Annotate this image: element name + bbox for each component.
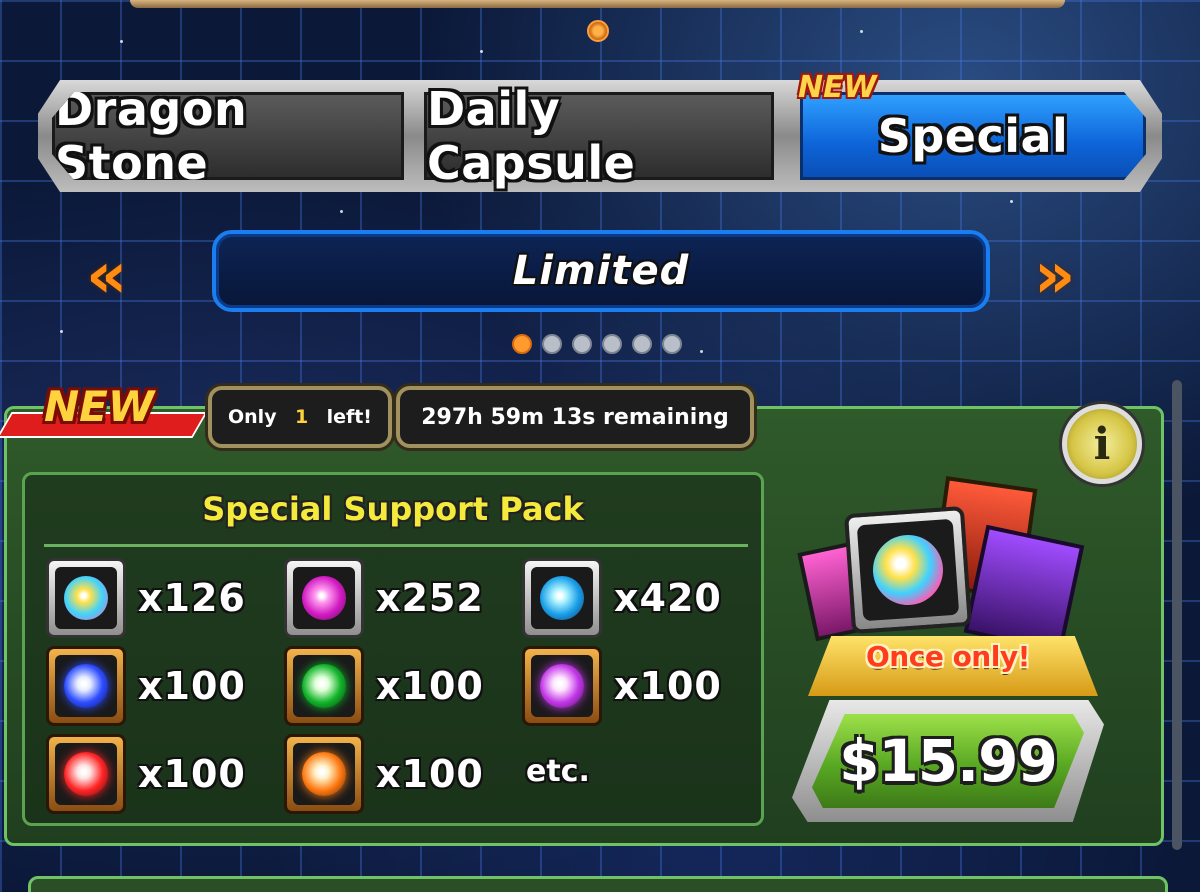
item-quantity: x126 <box>138 576 246 620</box>
green-awakening-medal-icon <box>284 646 364 726</box>
banner-label: Limited <box>512 248 690 294</box>
pack-title: Special Support Pack <box>202 490 584 528</box>
stock-suffix: left! <box>326 406 372 428</box>
page-dot[interactable] <box>662 334 682 354</box>
new-tag-label: NEW <box>44 382 155 431</box>
next-banner-button[interactable]: » <box>1034 244 1075 308</box>
blue-orb-icon <box>522 558 602 638</box>
rainbow-orb-icon <box>46 558 126 638</box>
item-quantity: x100 <box>614 664 722 708</box>
tab-label: Special <box>877 109 1069 163</box>
purple-awakening-medal-icon <box>522 646 602 726</box>
offer-new-tag: NEW <box>0 382 208 442</box>
top-indicator-dot <box>587 20 609 42</box>
pack-item: x100 <box>46 734 246 814</box>
tab-label: Dragon Stone <box>55 82 248 190</box>
tab-label: Daily Capsule <box>427 82 636 190</box>
buy-button[interactable]: $15.99 <box>812 714 1084 808</box>
tab-dragon-stone[interactable]: Dragon Stone <box>52 92 404 180</box>
stock-remaining-pill: Only 1 left! <box>208 386 392 448</box>
page-dot[interactable] <box>602 334 622 354</box>
pack-item: x100 <box>46 646 246 726</box>
category-banner: Limited <box>212 230 990 312</box>
pack-item: x100 <box>284 646 484 726</box>
once-only-label: Once only! <box>866 640 1030 673</box>
time-remaining: 297h 59m 13s remaining <box>421 404 729 430</box>
item-quantity: x100 <box>376 664 484 708</box>
divider <box>44 544 748 547</box>
item-quantity: x100 <box>138 752 246 796</box>
page-dot[interactable] <box>572 334 592 354</box>
time-remaining-pill: 297h 59m 13s remaining <box>396 386 754 448</box>
scrollbar[interactable] <box>1172 380 1182 850</box>
pack-item: x252 <box>284 558 484 638</box>
tab-daily-capsule[interactable]: Daily Capsule <box>424 82 774 190</box>
item-quantity: x252 <box>376 576 484 620</box>
pink-orb-icon <box>284 558 364 638</box>
character-card-art <box>963 524 1085 654</box>
info-icon: i <box>1093 418 1111 470</box>
red-awakening-medal-icon <box>46 734 126 814</box>
pack-item: x420 <box>522 558 722 638</box>
pack-item: x126 <box>46 558 246 638</box>
blue-awakening-medal-icon <box>46 646 126 726</box>
tab-special[interactable]: Special <box>800 92 1146 180</box>
rainbow-orb-icon <box>843 505 973 635</box>
info-button[interactable]: i <box>1062 404 1142 484</box>
item-quantity: x100 <box>138 664 246 708</box>
tab-new-badge: NEW <box>798 70 877 105</box>
previous-banner-button[interactable]: « <box>86 244 127 308</box>
top-panel-edge <box>130 0 1065 8</box>
price-label: $15.99 <box>839 727 1058 795</box>
pack-item: x100 <box>284 734 484 814</box>
page-dot[interactable] <box>512 334 532 354</box>
orange-awakening-medal-icon <box>284 734 364 814</box>
item-quantity: x420 <box>614 576 722 620</box>
page-dot[interactable] <box>632 334 652 354</box>
pack-item: x100 <box>522 646 722 726</box>
stock-count: 1 <box>294 406 309 428</box>
stock-prefix: Only <box>228 406 277 428</box>
etc-label: etc. <box>526 754 590 789</box>
page-indicator <box>512 334 682 354</box>
page-dot[interactable] <box>542 334 562 354</box>
next-offer-card <box>28 876 1168 892</box>
item-quantity: x100 <box>376 752 484 796</box>
